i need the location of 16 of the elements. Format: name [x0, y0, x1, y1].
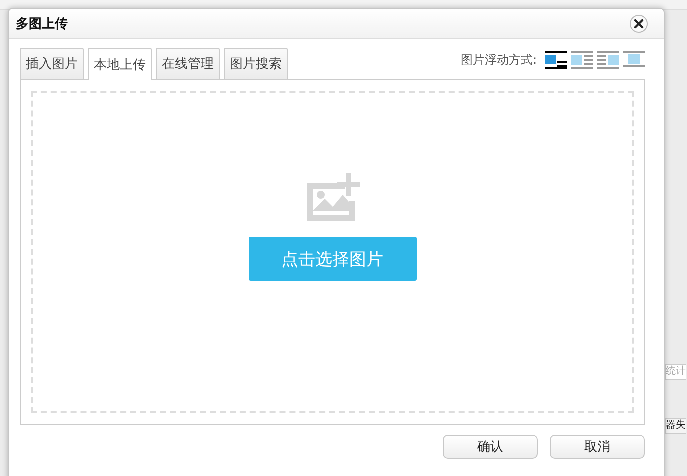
- tab[interactable]: 图片搜索: [224, 48, 288, 79]
- tab[interactable]: 本地上传: [88, 48, 152, 80]
- tab[interactable]: 在线管理: [156, 48, 220, 79]
- add-image-icon: [304, 173, 360, 223]
- close-icon: [634, 18, 644, 28]
- editor-text: 器失: [665, 418, 686, 434]
- no-float-icon[interactable]: [545, 51, 567, 69]
- confirm-button[interactable]: 确认: [443, 435, 538, 459]
- disabled-button: 统计: [665, 364, 686, 380]
- float-mode-label: 图片浮动方式:: [460, 52, 537, 68]
- cancel-button[interactable]: 取消: [550, 435, 645, 459]
- tab[interactable]: 插入图片: [20, 48, 84, 79]
- float-right-icon[interactable]: [597, 51, 619, 69]
- center-block-icon[interactable]: [623, 51, 645, 69]
- dialog-title: 多图上传: [16, 16, 68, 32]
- close-button[interactable]: [630, 14, 648, 32]
